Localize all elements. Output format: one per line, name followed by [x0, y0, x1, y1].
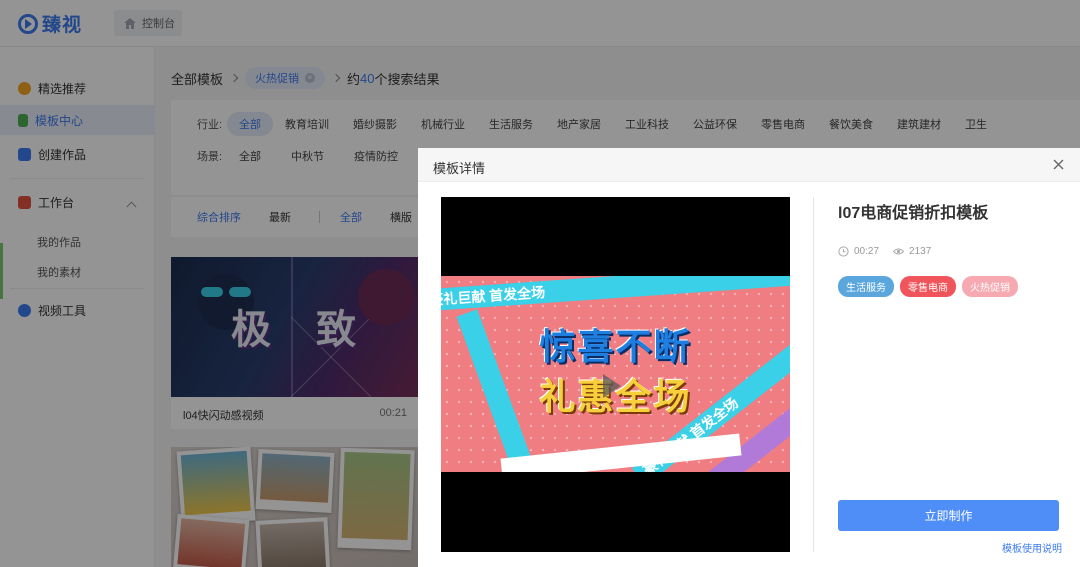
clock-icon [838, 246, 849, 257]
tag-list: 生活服务 零售电商 火热促销 [838, 276, 1024, 297]
template-name: l07电商促销折扣模板 [838, 205, 989, 222]
play-icon[interactable] [603, 374, 621, 398]
divider [813, 197, 814, 552]
video-headline-1: 惊喜不断 [539, 327, 692, 368]
tag-badge[interactable]: 零售电商 [900, 276, 956, 297]
video-frame[interactable]: 豪礼巨献 首发全场 豪礼巨献 首发全场 惊喜不断 礼惠全场 [441, 276, 790, 472]
template-duration: 00:27 [854, 246, 880, 257]
tag-badge[interactable]: 火热促销 [962, 276, 1018, 297]
eye-icon [893, 248, 905, 255]
template-detail-modal: 模板详情 豪礼巨献 首发全场 豪礼巨献 首发全场 惊喜不断 礼惠全场 l07电商… [418, 148, 1080, 567]
close-icon[interactable] [1052, 158, 1065, 171]
tag-badge[interactable]: 生活服务 [838, 276, 894, 297]
modal-title: 模板详情 [433, 161, 486, 176]
make-now-button[interactable]: 立即制作 [838, 500, 1059, 531]
template-help-link[interactable]: 模板使用说明 [1002, 540, 1062, 555]
template-views: 2137 [909, 246, 932, 257]
modal-header: 模板详情 [418, 148, 1080, 182]
template-meta: 00:27 2137 [838, 246, 931, 257]
video-player[interactable]: 豪礼巨献 首发全场 豪礼巨献 首发全场 惊喜不断 礼惠全场 [441, 197, 790, 552]
